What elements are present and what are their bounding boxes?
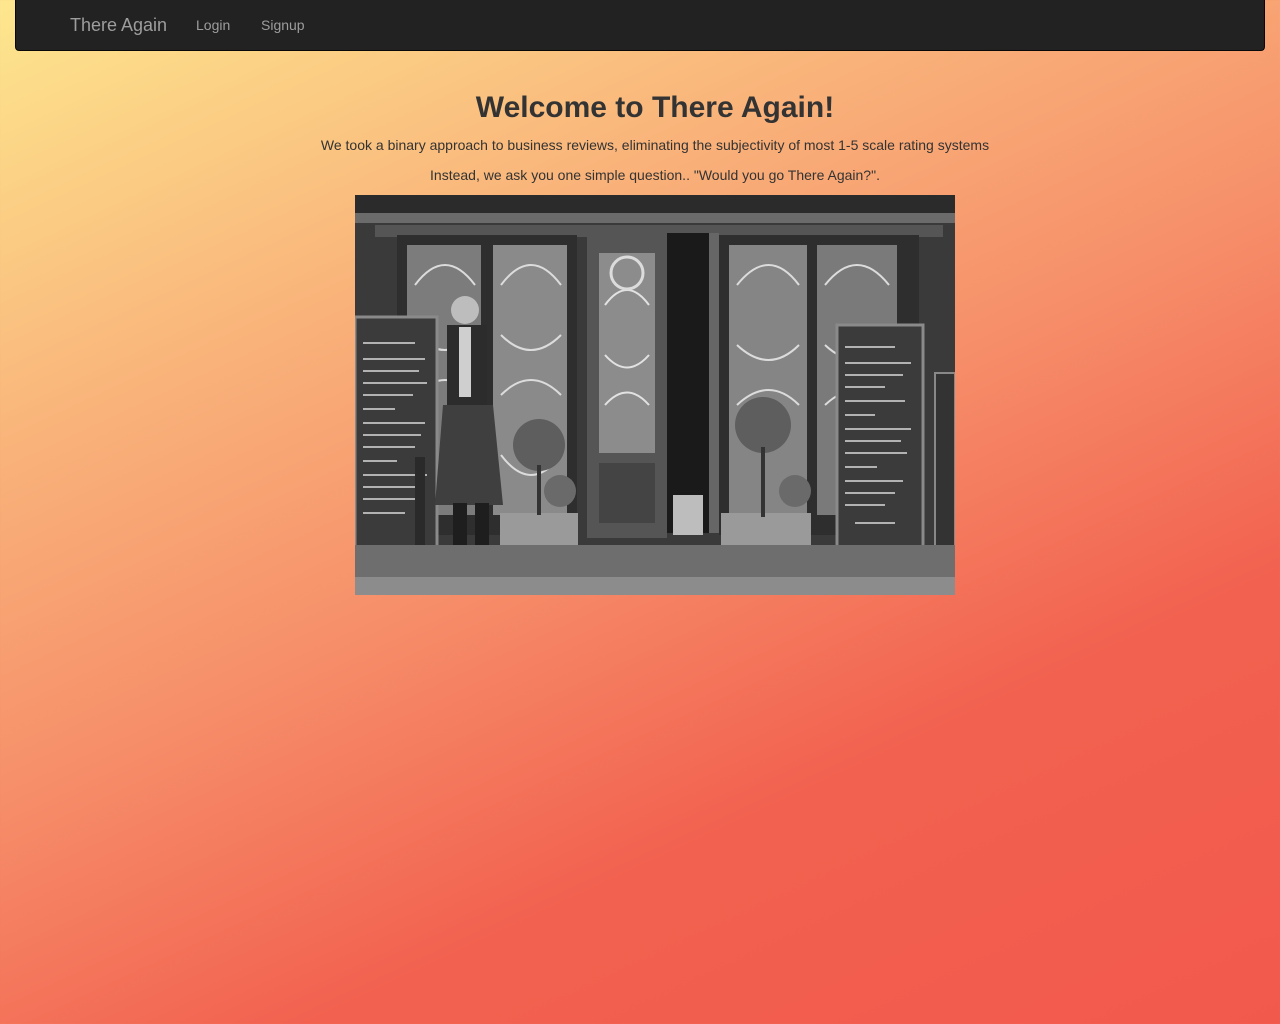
page-title: Welcome to There Again! bbox=[475, 91, 835, 124]
signup-link[interactable]: Signup bbox=[261, 0, 305, 50]
cafe-storefront-photo bbox=[355, 195, 955, 595]
top-navbar: There Again Login Signup bbox=[15, 0, 1265, 51]
login-link[interactable]: Login bbox=[196, 0, 230, 50]
intro-paragraph: We took a binary approach to business re… bbox=[320, 137, 990, 153]
brand-link[interactable]: There Again bbox=[70, 0, 167, 50]
question-paragraph: Instead, we ask you one simple question.… bbox=[430, 167, 880, 183]
